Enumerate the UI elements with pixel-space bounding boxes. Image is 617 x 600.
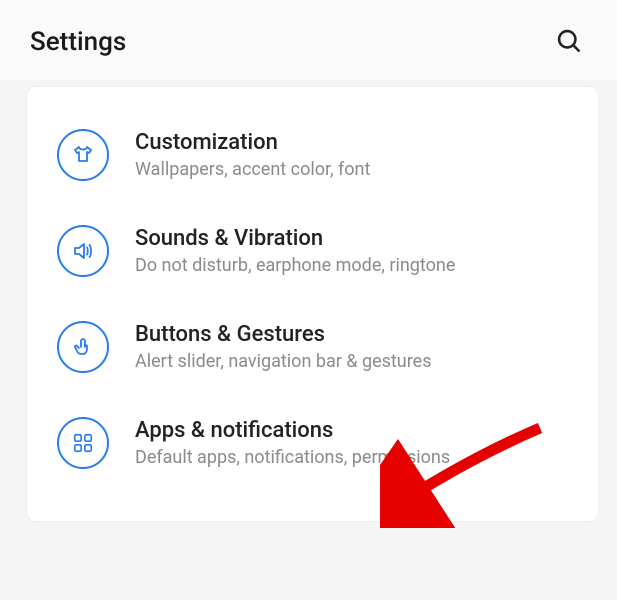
app-header: Settings (0, 0, 617, 80)
settings-item-title: Apps & notifications (135, 418, 450, 443)
settings-item-subtitle: Default apps, notifications, permissions (135, 447, 450, 468)
settings-item-apps[interactable]: Apps & notifications Default apps, notif… (57, 395, 588, 491)
search-icon (555, 27, 583, 58)
settings-item-text: Customization Wallpapers, accent color, … (135, 130, 370, 180)
settings-item-title: Sounds & Vibration (135, 226, 455, 251)
apps-icon (57, 417, 109, 469)
settings-item-title: Buttons & Gestures (135, 322, 432, 347)
search-button[interactable] (551, 24, 587, 60)
settings-item-sounds[interactable]: Sounds & Vibration Do not disturb, earph… (57, 203, 588, 299)
settings-list: Customization Wallpapers, accent color, … (26, 86, 599, 522)
touch-icon (57, 321, 109, 373)
settings-item-buttons[interactable]: Buttons & Gestures Alert slider, navigat… (57, 299, 588, 395)
settings-item-text: Apps & notifications Default apps, notif… (135, 418, 450, 468)
speaker-icon (57, 225, 109, 277)
settings-item-subtitle: Wallpapers, accent color, font (135, 159, 370, 180)
settings-item-subtitle: Do not disturb, earphone mode, ringtone (135, 255, 455, 276)
settings-item-text: Sounds & Vibration Do not disturb, earph… (135, 226, 455, 276)
settings-item-subtitle: Alert slider, navigation bar & gestures (135, 351, 432, 372)
shirt-icon (57, 129, 109, 181)
settings-item-text: Buttons & Gestures Alert slider, navigat… (135, 322, 432, 372)
settings-item-customization[interactable]: Customization Wallpapers, accent color, … (57, 107, 588, 203)
page-title: Settings (30, 27, 126, 57)
settings-item-title: Customization (135, 130, 370, 155)
